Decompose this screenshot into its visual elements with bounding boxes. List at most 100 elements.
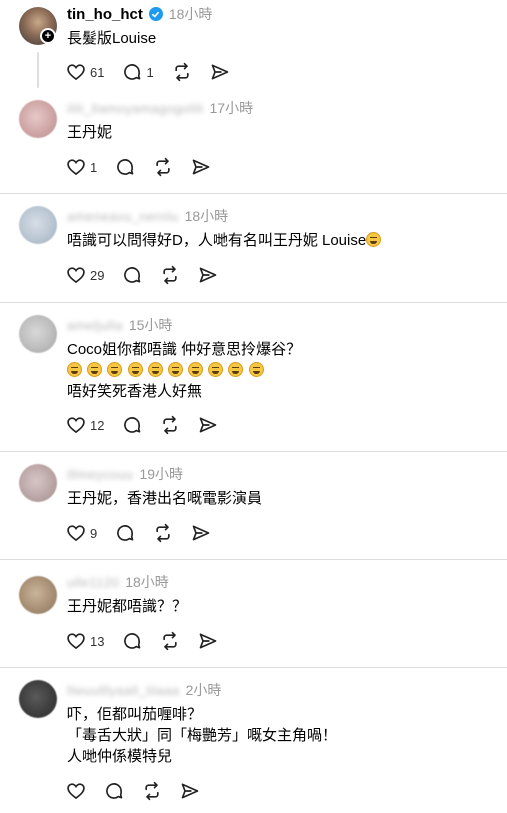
username[interactable]: illmeycouu <box>67 467 133 482</box>
reply-button[interactable] <box>104 781 124 801</box>
share-button[interactable] <box>191 157 211 177</box>
like-button[interactable]: 9 <box>66 523 97 543</box>
avatar[interactable] <box>19 576 57 614</box>
emoji-row <box>67 360 265 381</box>
comment-icon <box>124 64 141 80</box>
heart-icon <box>67 633 85 650</box>
repost-icon <box>163 265 178 285</box>
grinning-squinting-face-emoji <box>228 362 244 377</box>
repost-icon <box>156 523 170 543</box>
heart-icon <box>67 417 85 434</box>
action-bar: 1 <box>66 156 229 178</box>
comment-icon <box>124 417 141 433</box>
grinning-squinting-face-emoji <box>188 362 204 377</box>
timestamp: 19小時 <box>139 466 183 482</box>
grinning-squinting-face-emoji <box>67 362 82 377</box>
comment-icon <box>117 525 134 541</box>
like-count: 1 <box>90 159 98 175</box>
reply-post: illmeycouu 19小時 王丹妮，香港出名嘅電影演員 9 <box>0 452 507 559</box>
post-text-line: 人哋仲係模特兒 <box>67 748 173 765</box>
send-icon <box>200 633 217 649</box>
repost-button[interactable] <box>142 781 162 801</box>
grinning-squinting-face-emoji <box>107 362 123 377</box>
username[interactable]: ulle1120 <box>67 575 119 590</box>
username[interactable]: ameneavu_nernlu <box>67 209 179 224</box>
repost-button[interactable] <box>153 523 173 543</box>
reply-button[interactable] <box>122 415 142 435</box>
comment-icon <box>124 267 141 283</box>
comment-icon <box>124 633 141 649</box>
grinning-squinting-face-emoji <box>147 362 163 377</box>
share-button[interactable] <box>180 781 200 801</box>
send-icon <box>192 159 210 175</box>
post-text: 王丹妮，香港出名嘅電影演員 <box>67 490 263 507</box>
repost-icon <box>156 157 170 177</box>
post-text: 長髮版Louise <box>67 30 157 47</box>
comment-icon <box>106 783 123 799</box>
reply-button[interactable] <box>115 157 135 177</box>
like-button[interactable] <box>66 781 86 801</box>
avatar[interactable] <box>19 206 57 244</box>
thread-line <box>37 52 39 88</box>
reply-button[interactable] <box>115 523 135 543</box>
share-button[interactable] <box>191 523 211 543</box>
plus-icon[interactable]: + <box>40 28 56 44</box>
action-bar: 29 <box>66 264 236 286</box>
reply-post: ameljulla 15小時 Coco姐你都唔識 仲好意思拎爆谷？ 唔好笑死香港… <box>0 303 507 451</box>
avatar[interactable] <box>19 464 57 502</box>
share-button[interactable] <box>198 415 218 435</box>
original-post: + tin_ho_hct 18小時 長髮版Louise 61 1 <box>0 0 507 92</box>
username[interactable]: tin_ho_hct <box>67 6 143 23</box>
like-count: 9 <box>90 525 98 541</box>
post-text-line: 唔好笑死香港人好無 <box>67 383 203 400</box>
avatar[interactable] <box>19 680 57 718</box>
reply-button[interactable]: 1 <box>122 62 154 82</box>
like-button[interactable]: 13 <box>66 631 104 651</box>
grinning-squinting-face-emoji <box>127 362 143 377</box>
post-text: 唔識可以問得好D，人哋有名叫王丹妮 Louise <box>67 230 382 251</box>
repost-button[interactable] <box>153 157 173 177</box>
timestamp: 17小時 <box>209 100 254 116</box>
reply-button[interactable] <box>122 265 142 285</box>
reply-count: 1 <box>146 64 154 80</box>
post-text-line: 吓，佢都叫茄喱啡？ <box>67 706 203 723</box>
repost-button[interactable] <box>160 415 180 435</box>
send-icon <box>200 267 217 283</box>
reply-button[interactable] <box>122 631 142 651</box>
post-text: 王丹妮 <box>67 124 113 141</box>
send-icon <box>181 783 199 799</box>
username[interactable]: ilili_llamoyamagogolili <box>67 101 204 116</box>
username[interactable]: llwuulllyaall_lilaaa <box>67 683 180 698</box>
repost-button[interactable] <box>172 62 192 82</box>
like-button[interactable]: 1 <box>66 157 97 177</box>
action-bar: 13 <box>66 630 236 652</box>
avatar[interactable] <box>19 315 57 353</box>
grinning-squinting-face-emoji <box>87 362 103 377</box>
send-icon <box>211 64 229 80</box>
like-count: 29 <box>90 267 105 283</box>
post-text: 王丹妮都唔識？？ <box>67 598 188 615</box>
repost-button[interactable] <box>160 631 180 651</box>
comment-icon <box>117 159 134 175</box>
reply-post: ulle1120 18小時 王丹妮都唔識？？ 13 <box>0 560 507 667</box>
username[interactable]: ameljulla <box>67 318 123 333</box>
action-bar <box>66 780 218 802</box>
repost-button[interactable] <box>160 265 180 285</box>
like-button[interactable]: 29 <box>66 265 104 285</box>
like-count: 61 <box>90 64 105 80</box>
like-button[interactable]: 12 <box>66 415 104 435</box>
share-button[interactable] <box>210 62 230 82</box>
share-button[interactable] <box>198 265 218 285</box>
grinning-squinting-face-emoji <box>208 362 224 377</box>
reply-post: ameneavu_nernlu 18小時 唔識可以問得好D，人哋有名叫王丹妮 L… <box>0 194 507 302</box>
like-button[interactable]: 61 <box>66 62 104 82</box>
repost-icon <box>163 631 178 651</box>
reply-post: llwuulllyaall_lilaaa 2小時 吓，佢都叫茄喱啡？ 「毒舌大狀… <box>0 668 507 813</box>
grinning-squinting-face-emoji <box>248 362 264 377</box>
avatar[interactable] <box>19 100 57 138</box>
timestamp: 18小時 <box>125 574 169 590</box>
timestamp: 18小時 <box>168 6 213 22</box>
share-button[interactable] <box>198 631 218 651</box>
like-count: 12 <box>90 417 105 433</box>
grinning-squinting-face-emoji <box>167 362 183 377</box>
